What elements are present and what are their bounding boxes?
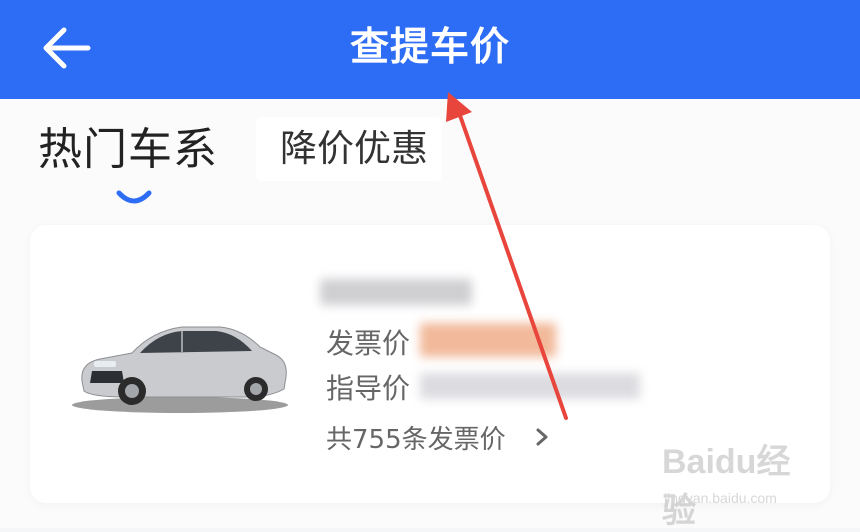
tab-hot-series[interactable]: 热门车系 bbox=[38, 121, 218, 204]
header-bar: 查提车价 bbox=[0, 0, 860, 99]
invoice-price-label: 发票价 bbox=[326, 327, 411, 360]
car-image bbox=[72, 326, 288, 413]
tab-hot-series-label: 热门车系 bbox=[38, 124, 218, 175]
chevron-right-icon bbox=[536, 428, 548, 446]
guide-price-redacted bbox=[420, 373, 640, 399]
car-name-redacted bbox=[320, 279, 472, 305]
watermark-url: jingyan.baidu.com bbox=[664, 490, 777, 506]
guide-price-label: 指导价 bbox=[326, 372, 411, 405]
watermark-brand: Baidu经验 bbox=[662, 443, 791, 530]
invoice-price-redacted bbox=[420, 323, 556, 357]
baidu-watermark: Baidu经验 jingyan.baidu.com bbox=[662, 434, 822, 530]
page-title: 查提车价 bbox=[349, 25, 510, 70]
tab-discount-label: 降价优惠 bbox=[280, 127, 428, 170]
active-tab-indicator bbox=[116, 190, 152, 204]
invoice-count-link[interactable]: 共755条发票价 bbox=[326, 419, 506, 456]
tab-discount[interactable]: 降价优惠 bbox=[256, 117, 442, 181]
